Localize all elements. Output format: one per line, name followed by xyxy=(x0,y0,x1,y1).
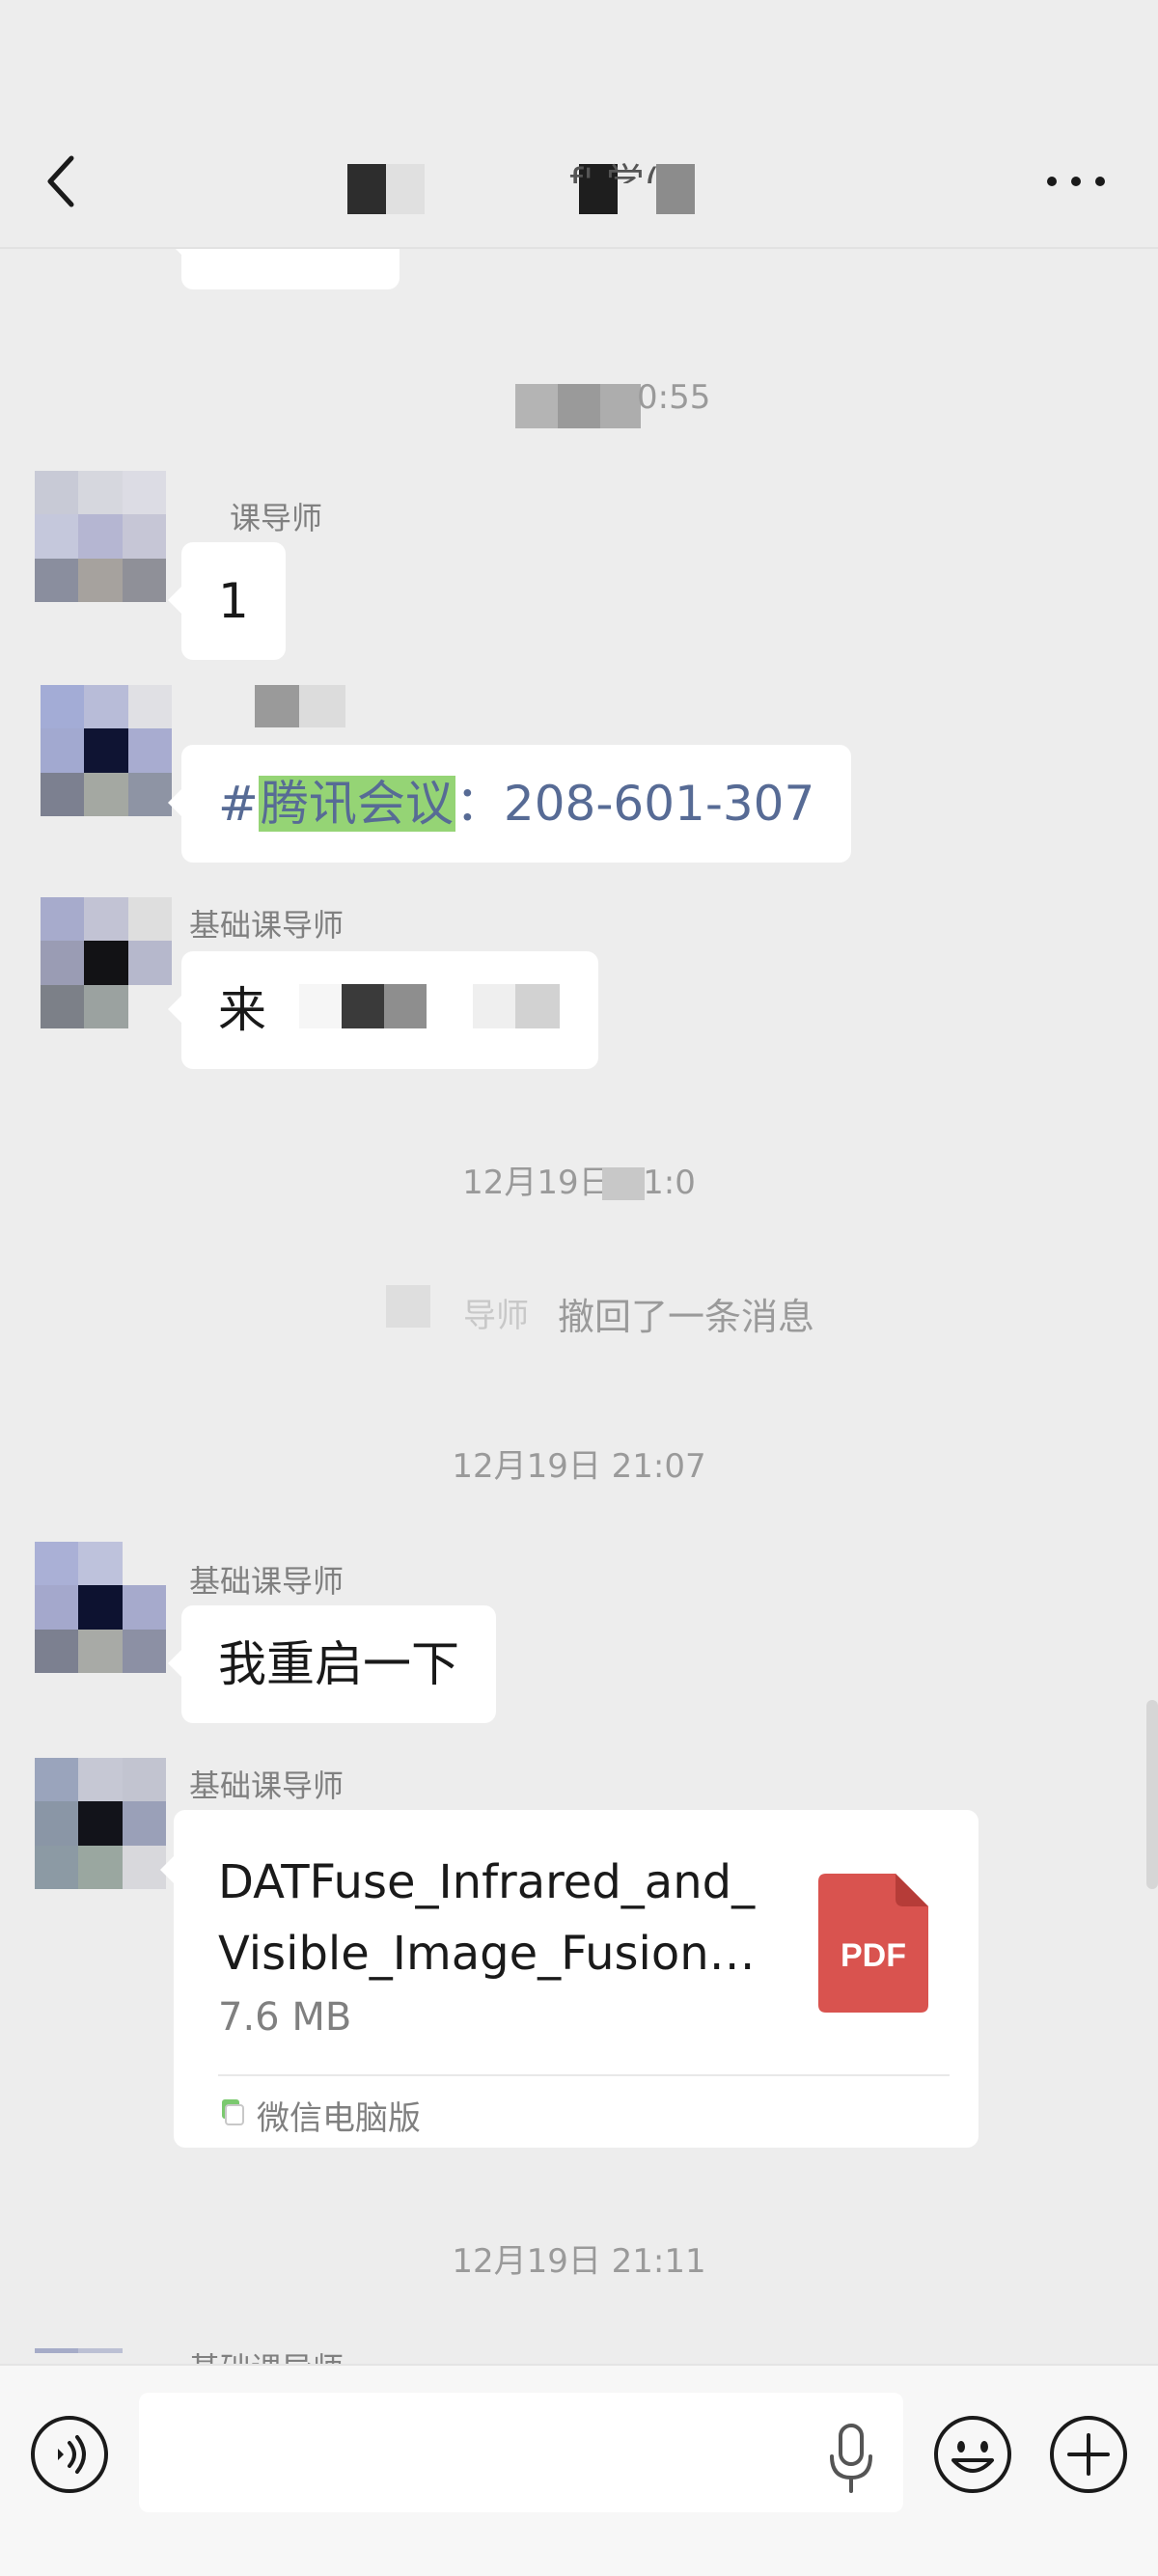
meeting-link-prefix: # xyxy=(218,776,259,832)
file-name: DATFuse_Infrared_and_Visible_Image_Fusio… xyxy=(218,1855,756,1981)
timestamp-redacted xyxy=(515,384,641,428)
wechat-pc-icon xyxy=(222,2099,244,2125)
recall-name-fragment: 导师 xyxy=(463,1297,529,1335)
emoji-icon[interactable] xyxy=(932,2414,1013,2495)
timestamp-redacted xyxy=(602,1167,645,1200)
avatar[interactable] xyxy=(35,471,166,602)
file-card[interactable]: DATFuse_Infrared_and_Visible_Image_Fusio… xyxy=(160,1810,979,2148)
recall-notice: 撤回了一条消息 xyxy=(558,1296,815,1338)
pdf-label: PDF xyxy=(841,1937,906,1974)
more-dots-icon[interactable] xyxy=(1042,162,1110,201)
voice-icon[interactable] xyxy=(29,2414,110,2495)
meeting-link-bubble[interactable]: #腾讯会议：208-601-307 xyxy=(167,745,852,863)
avatar-partial[interactable] xyxy=(35,2348,166,2364)
message-text: 来 xyxy=(218,982,266,1038)
meeting-link-highlight[interactable]: 腾讯会议 xyxy=(258,776,455,832)
sender-name: 基础课导师 xyxy=(189,1768,345,1804)
scrollbar-thumb[interactable] xyxy=(1146,1700,1158,1889)
avatar[interactable] xyxy=(41,685,172,816)
message-bubble[interactable]: 我重启一下 xyxy=(168,1605,496,1723)
recall-name-redacted xyxy=(386,1285,430,1328)
message-bubble[interactable]: 1 xyxy=(168,542,286,660)
sender-name: 基础课导师 xyxy=(189,907,345,944)
sender-name: 课导师 xyxy=(230,500,323,536)
sender-name-partial: 基础课导师 xyxy=(189,2344,344,2364)
timestamp: 12月19日 21:07 xyxy=(452,1447,706,1486)
sender-name: 基础课导师 xyxy=(189,1563,345,1600)
timestamp: 12月19日 21:0 xyxy=(462,1164,696,1202)
message-text-redacted xyxy=(299,984,560,1028)
chat-header: f' 学( xyxy=(0,0,1158,249)
input-bar xyxy=(0,2364,1158,2576)
file-size: 7.6 MB xyxy=(218,1995,352,2040)
message-input[interactable] xyxy=(139,2393,903,2512)
microphone-icon[interactable] xyxy=(826,2422,876,2495)
file-card-divider xyxy=(218,2074,950,2076)
avatar[interactable] xyxy=(41,897,172,1028)
chat-title-fragment: f' 学( xyxy=(569,161,660,183)
timestamp: 12月19日 21:11 xyxy=(452,2242,706,2281)
file-source-label: 微信电脑版 xyxy=(257,2099,421,2138)
avatar[interactable] xyxy=(35,1542,166,1673)
pdf-file-icon: PDF xyxy=(818,1874,928,2013)
timestamp: 0:55 xyxy=(637,378,711,417)
avatar[interactable] xyxy=(35,1758,166,1889)
plus-icon[interactable] xyxy=(1048,2414,1129,2495)
sender-name-redacted xyxy=(210,685,345,727)
back-chevron-icon[interactable] xyxy=(42,152,81,210)
meeting-id[interactable]: ：208-601-307 xyxy=(455,776,814,832)
